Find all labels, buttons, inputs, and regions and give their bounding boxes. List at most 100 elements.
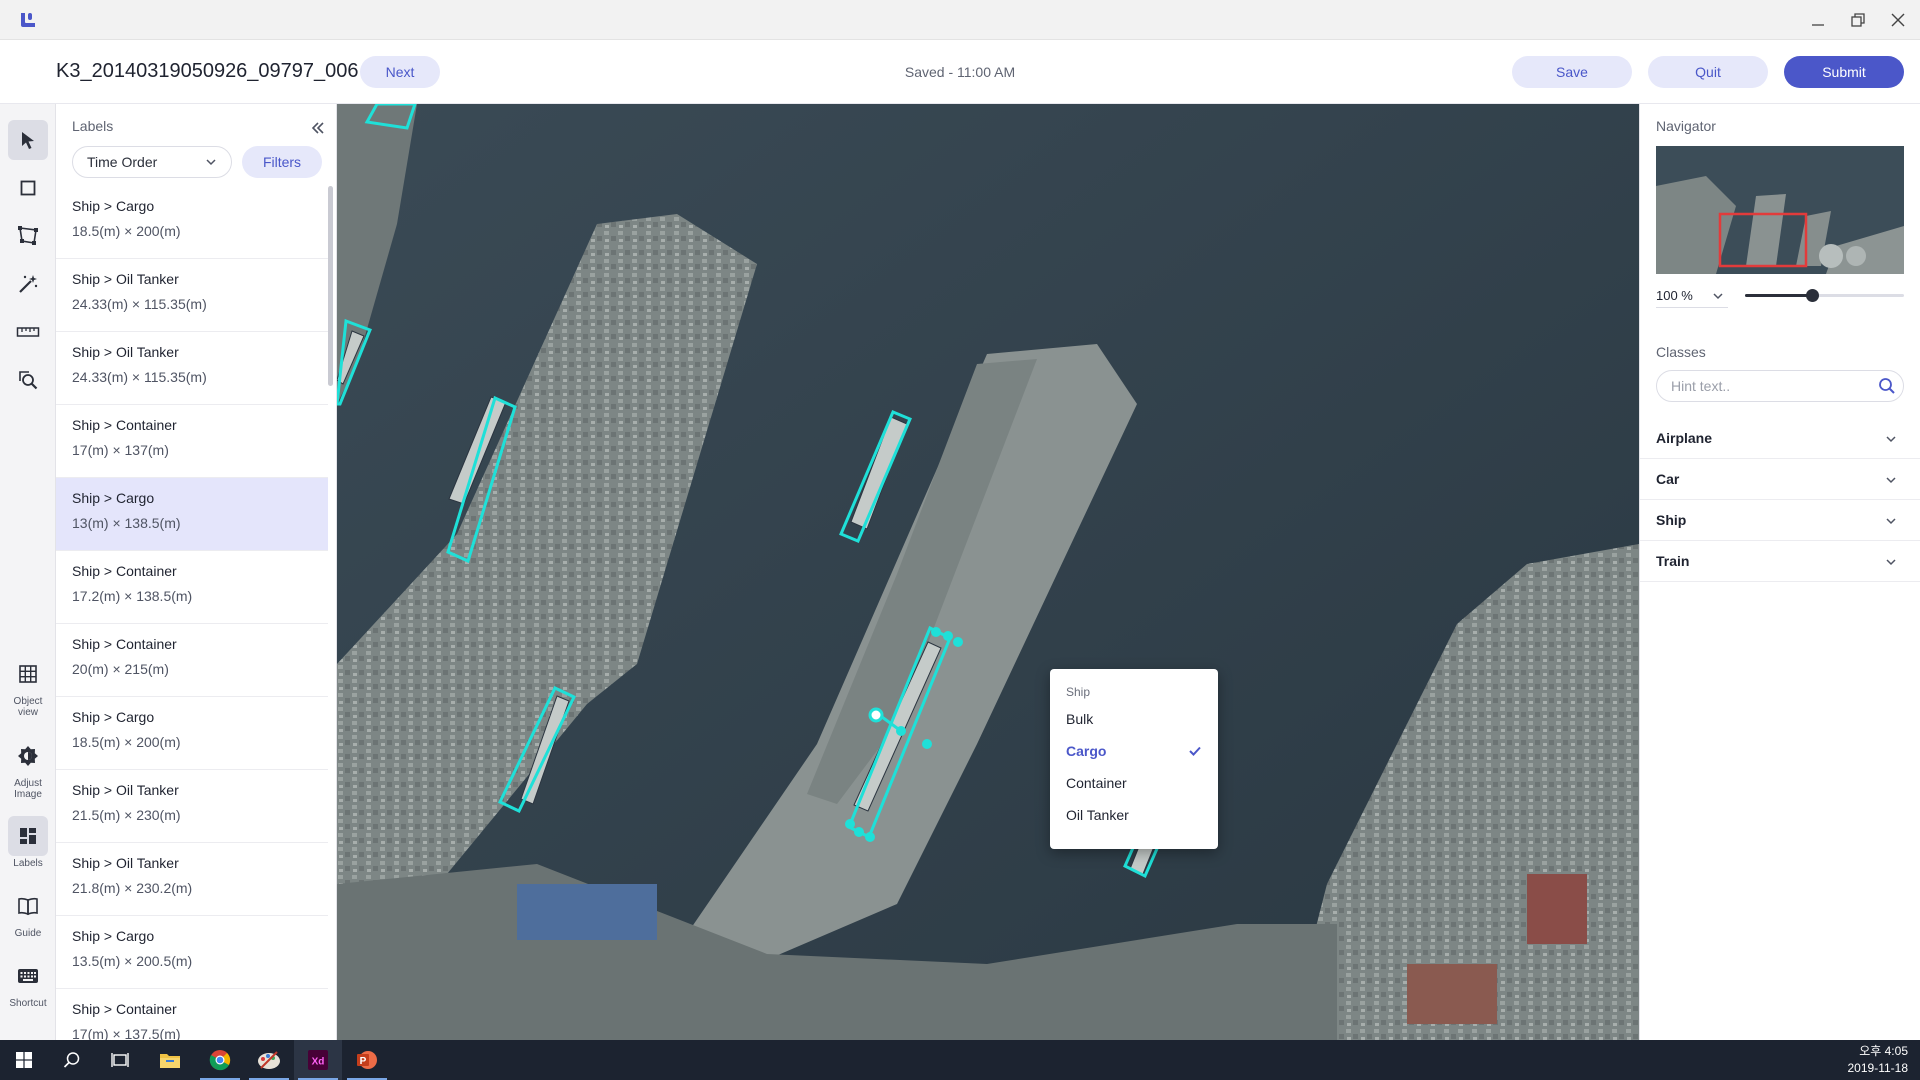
labels-view-button[interactable]: Labels [4,816,52,869]
polygon-icon [18,226,38,245]
search-icon[interactable] [1878,377,1896,395]
minimap-image [1656,146,1904,274]
adjust-image-button[interactable]: Adjust Image [4,736,52,800]
powerpoint-icon[interactable]: P [343,1040,391,1080]
rectangle-tool-button[interactable] [8,168,48,208]
system-clock[interactable]: 오후 4:05 2019-11-18 [1848,1043,1909,1077]
label-class-path: Ship > Cargo [72,709,155,725]
navigator-minimap[interactable] [1656,146,1904,274]
file-name: K3_20140319050926_09797_006 [56,60,359,82]
label-list: Ship > Cargo 18.5(m) × 200(m) Ship > Oil T… [56,186,328,1040]
chevron-down-icon [206,159,216,166]
label-class-path: Ship > Container [72,1001,177,1017]
label-class-path: Ship > Container [72,563,177,579]
label-dimensions: 17(m) × 137(m) [72,442,169,458]
task-view-icon[interactable] [96,1040,144,1080]
rectangle-icon [20,180,36,196]
object-view-label: Object view [13,696,43,718]
file-explorer-icon[interactable] [146,1040,194,1080]
brightness-icon [18,746,38,766]
class-search-input[interactable] [1656,370,1904,402]
dropdown-option-cargo[interactable]: Cargo [1050,736,1218,766]
select-tool-button[interactable] [8,120,48,160]
zoom-slider-handle[interactable] [1805,289,1819,302]
filters-button[interactable]: Filters [242,146,322,178]
polygon-tool-button[interactable] [8,216,48,256]
label-list-item[interactable]: Ship > Cargo 13.5(m) × 200.5(m) [56,916,328,989]
tool-sidebar: Object view Adjust Image Labels Guide Sh… [0,104,56,1040]
windows-start-icon[interactable] [0,1040,48,1080]
label-dimensions: 21.5(m) × 230(m) [72,807,181,823]
satellite-image [337,104,1639,1040]
taskbar-search-icon[interactable] [48,1040,96,1080]
shortcut-button[interactable]: Shortcut [4,956,52,1009]
label-dimensions: 13.5(m) × 200.5(m) [72,953,193,969]
label-list-item[interactable]: Ship > Container 17.2(m) × 138.5(m) [56,551,328,624]
minimize-icon[interactable] [1804,8,1832,32]
book-icon [18,897,38,916]
quit-button[interactable]: Quit [1648,56,1768,88]
dropdown-option-bulk[interactable]: Bulk [1050,704,1218,734]
submit-button[interactable]: Submit [1784,56,1904,88]
class-group-label: Ship [1656,512,1687,528]
chrome-icon[interactable] [196,1040,244,1080]
label-list-item[interactable]: Ship > Oil Tanker 21.8(m) × 230.2(m) [56,843,328,916]
magic-wand-icon [19,275,38,293]
label-list-scrollbar[interactable] [328,186,333,386]
label-dimensions: 17(m) × 137.5(m) [72,1026,181,1040]
guide-label: Guide [14,928,42,939]
label-list-item[interactable]: Ship > Oil Tanker 21.5(m) × 230(m) [56,770,328,843]
paint-icon[interactable] [245,1040,293,1080]
label-class-path: Ship > Oil Tanker [72,271,179,287]
navigator-title: Navigator [1656,118,1716,134]
label-list-item[interactable]: Ship > Container 20(m) × 215(m) [56,624,328,697]
chevron-down-icon [1886,436,1896,443]
save-button[interactable]: Save [1512,56,1632,88]
chevron-down-icon [1886,559,1896,566]
chevron-down-icon [1886,518,1896,525]
label-list-item[interactable]: Ship > Cargo 18.5(m) × 200(m) [56,697,328,770]
restore-icon[interactable] [1844,8,1872,32]
chevron-down-icon [1713,293,1723,300]
dropdown-header: Ship [1066,685,1091,699]
image-canvas[interactable] [337,104,1639,1040]
close-icon[interactable] [1884,8,1912,32]
label-class-path: Ship > Cargo [72,198,155,214]
label-list-item[interactable]: Ship > Cargo 13(m) × 138.5(m) [56,478,328,551]
zoom-level-value: 100 % [1656,288,1693,303]
zoom-level-select[interactable]: 100 % [1656,284,1728,308]
sort-order-select[interactable]: Time Order [72,146,232,178]
label-list-item[interactable]: Ship > Cargo 18.5(m) × 200(m) [56,186,328,259]
zoom-slider[interactable] [1745,289,1904,302]
svg-text:Xd: Xd [312,1057,325,1068]
object-view-button[interactable]: Object view [4,654,52,718]
os-taskbar: Xd P 오후 4:05 2019-11-18 [0,1040,1920,1080]
dashboard-icon [20,828,36,844]
class-group-label: Car [1656,471,1680,487]
label-dimensions: 17.2(m) × 138.5(m) [72,588,193,604]
label-list-item[interactable]: Ship > Oil Tanker 24.33(m) × 115.35(m) [56,259,328,332]
guide-button[interactable]: Guide [4,886,52,939]
svg-text:P: P [360,1056,367,1067]
dropdown-option-oil-tanker[interactable]: Oil Tanker [1050,800,1218,830]
adobe-xd-icon[interactable]: Xd [294,1040,342,1080]
label-list-item[interactable]: Ship > Oil Tanker 24.33(m) × 115.35(m) [56,332,328,405]
class-group-ship[interactable]: Ship [1640,500,1920,541]
labels-panel: Labels Time Order Filters Ship > Cargo 18… [56,104,337,1040]
magic-wand-tool-button[interactable] [8,264,48,304]
collapse-panel-icon[interactable] [308,118,328,138]
class-group-train[interactable]: Train [1640,541,1920,582]
inspect-tool-button[interactable] [8,360,48,400]
label-class-path: Ship > Cargo [72,490,155,506]
labels-panel-title: Labels [72,118,114,134]
clock-date: 2019-11-18 [1847,1061,1909,1075]
dropdown-option-container[interactable]: Container [1050,768,1218,798]
measure-tool-button[interactable] [8,312,48,352]
next-button[interactable]: Next [360,56,440,88]
class-group-airplane[interactable]: Airplane [1640,418,1920,459]
label-list-item[interactable]: Ship > Container 17(m) × 137(m) [56,405,328,478]
label-list-item[interactable]: Ship > Container 17(m) × 137.5(m) [56,989,328,1040]
class-group-car[interactable]: Car [1640,459,1920,500]
sort-order-value: Time Order [87,154,158,170]
grid-icon [19,665,37,683]
